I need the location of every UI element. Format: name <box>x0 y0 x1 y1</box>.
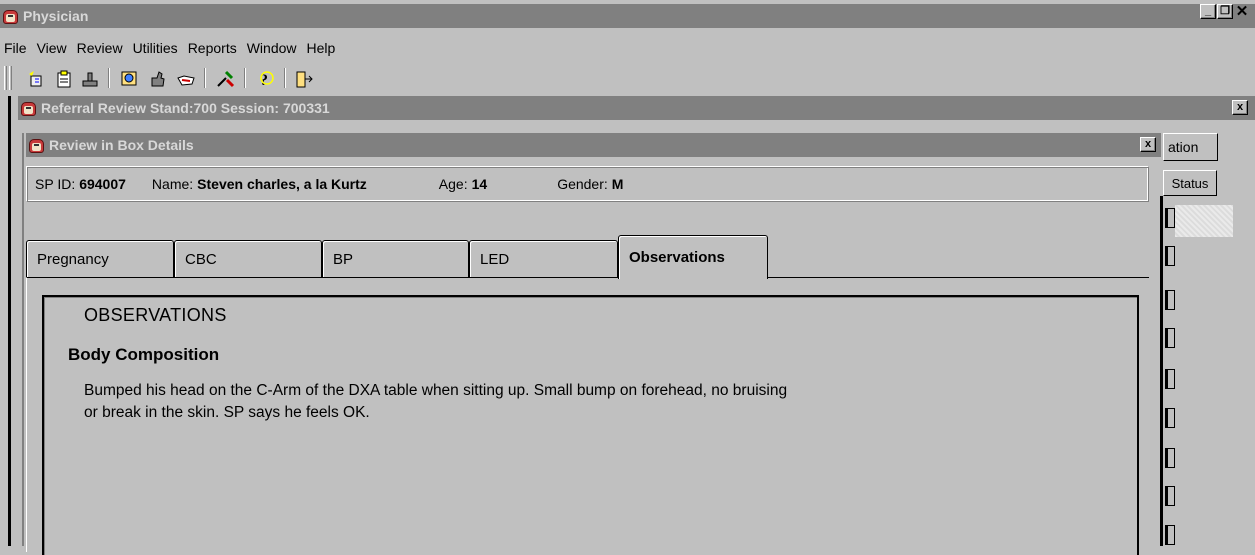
observations-box <box>42 295 1139 555</box>
toolbar: ? <box>0 64 900 92</box>
clipboard-icon[interactable] <box>54 70 74 88</box>
spid-value: 694007 <box>79 176 126 192</box>
details-close-button[interactable]: x <box>1140 137 1156 152</box>
row-checkbox[interactable] <box>1165 208 1175 228</box>
window-icon <box>20 100 37 117</box>
hand-icon[interactable] <box>176 70 196 88</box>
tab-bp[interactable]: BP <box>322 240 469 277</box>
toolbar-separator <box>284 68 286 88</box>
menu-review[interactable]: Review <box>77 40 123 56</box>
spid-label: SP ID: <box>35 176 76 192</box>
observations-heading: OBSERVATIONS <box>84 305 227 325</box>
app-window-controls: _ ❐ ✕ <box>1200 4 1250 19</box>
toolbar-separator <box>108 68 110 88</box>
row-checkbox[interactable] <box>1165 525 1175 545</box>
tab-observations[interactable]: Observations <box>618 235 768 279</box>
name-label: Name: <box>151 176 194 192</box>
row-checkbox[interactable] <box>1165 448 1175 468</box>
row-checkbox[interactable] <box>1165 328 1175 348</box>
tab-led[interactable]: LED <box>469 240 618 277</box>
tab-pregnancy[interactable]: Pregnancy <box>26 240 174 277</box>
app-icon <box>2 8 19 25</box>
exit-icon[interactable] <box>294 70 314 88</box>
menu-reports[interactable]: Reports <box>188 40 237 56</box>
tab-cbc[interactable]: CBC <box>174 240 322 277</box>
referral-window-title: Referral Review Stand:700 Session: 70033… <box>41 100 330 116</box>
observations-line-1: Bumped his head on the C-Arm of the DXA … <box>84 382 788 399</box>
tools-icon[interactable] <box>216 70 236 88</box>
menu-window[interactable]: Window <box>247 40 297 56</box>
app-title: Physician <box>23 8 89 24</box>
row-checkbox[interactable] <box>1165 290 1175 310</box>
name-value: Steven charles, a la Kurtz <box>197 176 367 192</box>
app-title-bar: Physician <box>0 4 1255 28</box>
observations-line-2: or break in the skin. SP says he feels O… <box>84 404 370 421</box>
search-icon[interactable] <box>120 70 140 88</box>
thumb-icon[interactable] <box>148 70 168 88</box>
menu-help[interactable]: Help <box>307 40 336 56</box>
observations-section-title: Body Composition <box>68 345 220 364</box>
referral-close-button[interactable]: x <box>1232 100 1248 115</box>
window-frame-left <box>8 96 11 546</box>
toolbar-grip[interactable] <box>4 66 7 90</box>
help-icon[interactable]: ? <box>256 70 276 88</box>
window-icon <box>28 137 45 154</box>
toolbar-separator <box>244 68 246 88</box>
referral-title-bar: Referral Review Stand:700 Session: 70033… <box>18 96 1255 120</box>
details-frame-left <box>22 133 24 546</box>
details-window-title: Review in Box Details <box>49 137 194 153</box>
minimize-button[interactable]: _ <box>1200 4 1216 19</box>
column-header-partial[interactable]: ation <box>1163 133 1218 161</box>
row-checkbox[interactable] <box>1165 486 1175 506</box>
row-checkbox[interactable] <box>1165 246 1175 266</box>
details-title-bar: Review in Box Details <box>26 133 1161 157</box>
panel-divider <box>1160 196 1163 546</box>
observations-text: Bumped his head on the C-Arm of the DXA … <box>84 380 1084 424</box>
restore-button[interactable]: ❐ <box>1217 4 1233 19</box>
gender-value: M <box>611 176 624 192</box>
row-checkbox[interactable] <box>1165 408 1175 428</box>
gender-label: Gender: <box>557 176 608 192</box>
menu-bar: File View Review Utilities Reports Windo… <box>0 37 1255 59</box>
menu-view[interactable]: View <box>37 40 67 56</box>
toolbar-separator <box>204 68 206 88</box>
selected-row-highlight <box>1175 205 1233 237</box>
close-app-button[interactable]: ✕ <box>1234 4 1250 19</box>
new-icon[interactable] <box>26 70 46 88</box>
age-value: 14 <box>471 176 488 192</box>
row-checkbox[interactable] <box>1165 369 1175 389</box>
menu-utilities[interactable]: Utilities <box>133 40 178 56</box>
desktop: Physician _ ❐ ✕ File View Review Utiliti… <box>0 0 1255 555</box>
age-label: Age: <box>438 176 468 192</box>
patient-info-bar: SP ID: 694007 Name: Steven charles, a la… <box>26 166 1149 202</box>
toolbar-grip-2[interactable] <box>9 66 12 90</box>
status-column-header[interactable]: Status <box>1163 170 1217 196</box>
stamp-icon[interactable] <box>80 70 100 88</box>
menu-file[interactable]: File <box>4 40 27 56</box>
